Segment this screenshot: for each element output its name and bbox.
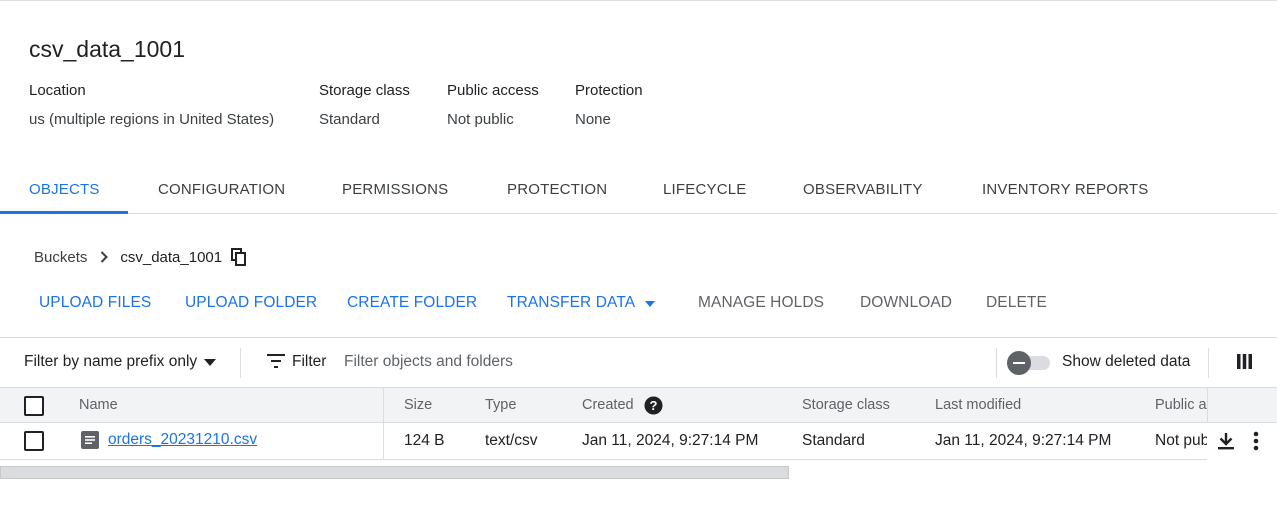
- divider: [240, 348, 241, 378]
- tab-observability[interactable]: OBSERVABILITY: [803, 181, 923, 198]
- table-row: orders_20231210.csv 124 B text/csv Jan 1…: [0, 387, 1277, 460]
- action-bar: UPLOAD FILES UPLOAD FOLDER CREATE FOLDER…: [0, 294, 1277, 316]
- meta-value: Standard: [319, 111, 380, 128]
- caret-down-icon: [645, 294, 656, 312]
- chevron-right-icon: [100, 251, 109, 263]
- transfer-data-button[interactable]: TRANSFER DATA: [507, 294, 656, 312]
- row-checkbox[interactable]: [24, 431, 44, 451]
- svg-text:?: ?: [650, 398, 658, 413]
- meta-value: None: [575, 111, 611, 128]
- transfer-data-label: TRANSFER DATA: [507, 294, 636, 312]
- column-header-created[interactable]: Created: [582, 397, 634, 413]
- object-type: text/csv: [485, 432, 538, 449]
- more-vert-icon[interactable]: [1253, 431, 1259, 456]
- breadcrumb-current: csv_data_1001: [120, 248, 223, 266]
- column-header-type[interactable]: Type: [485, 397, 516, 413]
- divider: [996, 348, 997, 378]
- column-divider: [383, 423, 384, 460]
- tab-lifecycle[interactable]: LIFECYCLE: [663, 181, 747, 198]
- download-icon[interactable]: [1217, 432, 1235, 455]
- meta-label: Location: [29, 82, 86, 99]
- top-divider: [0, 0, 1277, 3]
- column-header-storage-class[interactable]: Storage class: [802, 397, 890, 413]
- meta-label: Public access: [447, 82, 539, 99]
- row-actions: [1207, 387, 1277, 460]
- filter-input[interactable]: [344, 351, 904, 373]
- copy-icon[interactable]: [231, 248, 247, 266]
- object-created: Jan 11, 2024, 9:27:14 PM: [582, 432, 759, 449]
- column-display-icon[interactable]: [1237, 354, 1252, 374]
- meta-protection: Protection None: [575, 82, 643, 128]
- filter-mode-select[interactable]: Filter by name prefix only: [24, 353, 217, 371]
- help-icon[interactable]: ?: [644, 396, 663, 420]
- object-last-modified: Jan 11, 2024, 9:27:14 PM: [935, 432, 1112, 449]
- tab-protection[interactable]: PROTECTION: [507, 181, 607, 198]
- show-deleted-label: Show deleted data: [1062, 353, 1191, 370]
- tab-bar: OBJECTS CONFIGURATION PERMISSIONS PROTEC…: [0, 170, 1277, 214]
- meta-public-access: Public access Not public: [447, 82, 539, 128]
- object-name-link[interactable]: orders_20231210.csv: [108, 431, 257, 449]
- filter-bar: Filter by name prefix only Filter Show d…: [0, 337, 1277, 387]
- column-header-size[interactable]: Size: [404, 397, 432, 413]
- object-storage-class: Standard: [802, 432, 865, 449]
- column-header-last-modified[interactable]: Last modified: [935, 397, 1021, 413]
- breadcrumb: Buckets csv_data_1001: [34, 248, 247, 266]
- tab-configuration[interactable]: CONFIGURATION: [158, 181, 285, 198]
- toggle-knob: [1007, 351, 1031, 375]
- column-header-name[interactable]: Name: [79, 397, 118, 413]
- create-folder-button[interactable]: CREATE FOLDER: [347, 294, 477, 312]
- table-header: Name Size Type Created ? Storage class L…: [0, 387, 1277, 424]
- tab-inventory-reports[interactable]: INVENTORY REPORTS: [982, 181, 1149, 198]
- select-all-checkbox[interactable]: [24, 396, 44, 416]
- breadcrumb-buckets-link[interactable]: Buckets: [34, 249, 87, 266]
- object-size: 124 B: [404, 432, 445, 449]
- column-header-public-access[interactable]: Public a: [1155, 397, 1207, 413]
- object-public-access: Not pub: [1155, 432, 1210, 449]
- manage-holds-button[interactable]: MANAGE HOLDS: [698, 294, 824, 312]
- divider: [1208, 348, 1209, 378]
- active-tab-indicator: [0, 211, 128, 214]
- column-divider: [383, 388, 384, 424]
- filter-label: Filter: [292, 353, 327, 370]
- meta-label: Storage class: [319, 82, 410, 99]
- tab-objects[interactable]: OBJECTS: [29, 181, 100, 198]
- row-actions-header: [1207, 387, 1277, 423]
- filter-icon: [267, 354, 285, 373]
- meta-storage-class: Storage class Standard: [319, 82, 410, 128]
- delete-button[interactable]: DELETE: [986, 294, 1047, 312]
- meta-value: Not public: [447, 111, 514, 128]
- horizontal-scrollbar[interactable]: [0, 466, 789, 479]
- tab-permissions[interactable]: PERMISSIONS: [342, 181, 448, 198]
- upload-folder-button[interactable]: UPLOAD FOLDER: [185, 294, 317, 312]
- show-deleted-toggle[interactable]: [1006, 350, 1052, 376]
- caret-down-icon: [204, 353, 217, 371]
- upload-files-button[interactable]: UPLOAD FILES: [39, 294, 151, 312]
- meta-value: us (multiple regions in United States): [29, 111, 275, 128]
- filter-mode-label: Filter by name prefix only: [24, 353, 198, 370]
- page-title: csv_data_1001: [29, 36, 186, 62]
- meta-label: Protection: [575, 82, 643, 99]
- file-icon: [81, 431, 99, 454]
- download-button[interactable]: DOWNLOAD: [860, 294, 952, 312]
- meta-location: Location us (multiple regions in United …: [29, 82, 274, 128]
